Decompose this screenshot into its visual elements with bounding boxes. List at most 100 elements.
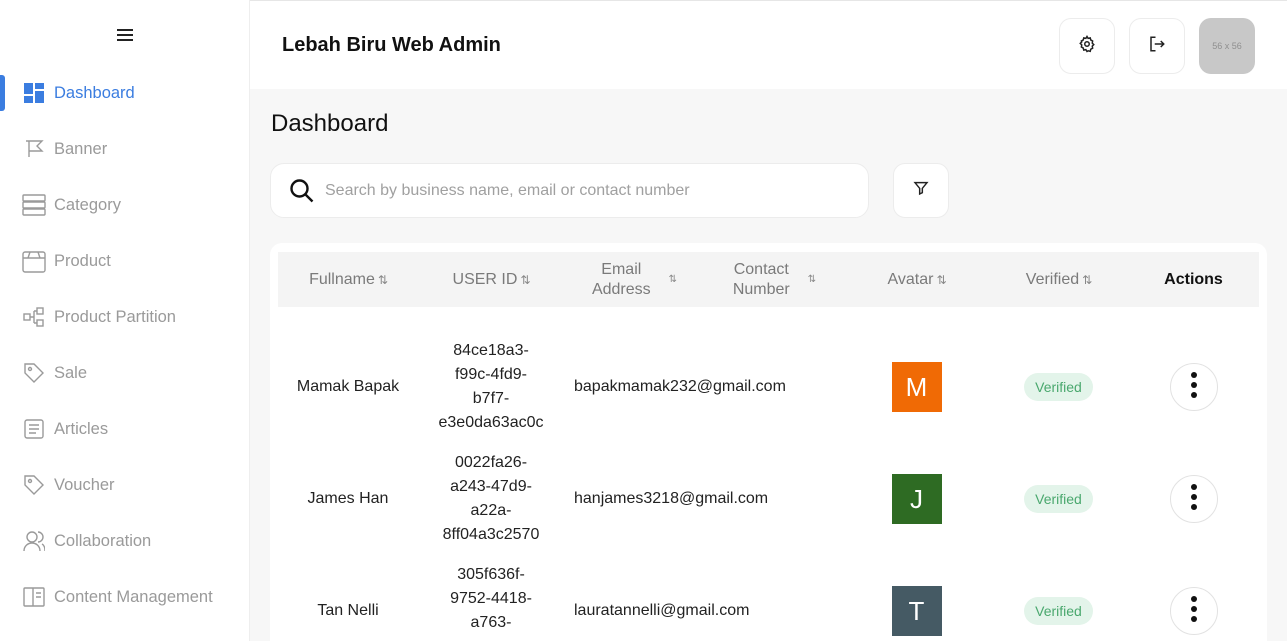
user-id-line: 84ce18a3- bbox=[453, 342, 529, 359]
column-header-email[interactable]: Email Address ⇅ bbox=[564, 260, 704, 300]
logout-icon bbox=[1148, 35, 1166, 58]
sidebar-item-dashboard[interactable]: Dashboard bbox=[0, 65, 250, 121]
sidebar-item-sale[interactable]: Sale bbox=[0, 345, 250, 401]
cell-avatar: M bbox=[844, 362, 989, 412]
category-icon bbox=[22, 193, 46, 217]
cell-actions bbox=[1128, 363, 1259, 411]
cell-fullname: James Han bbox=[307, 490, 389, 507]
table-row[interactable]: James Han 0022fa26- a243-47d9- a22a- 8ff… bbox=[278, 443, 1259, 555]
user-avatar-letter: M bbox=[891, 362, 942, 412]
column-header-user-id[interactable]: USER ID ⇅ bbox=[418, 270, 564, 290]
search-icon bbox=[289, 178, 315, 204]
gear-icon bbox=[1078, 34, 1096, 58]
cell-user-id: 0022fa26- a243-47d9- a22a- 8ff04a3c2570 bbox=[418, 451, 564, 547]
sidebar-item-category[interactable]: Category bbox=[0, 177, 250, 233]
column-header-label: Avatar bbox=[887, 270, 934, 288]
sidebar-item-articles[interactable]: Articles bbox=[0, 401, 250, 457]
sort-icon: ⇅ bbox=[1082, 272, 1092, 287]
column-header-actions: Actions bbox=[1128, 270, 1259, 290]
sidebar-item-label: Category bbox=[54, 195, 121, 214]
dashboard-icon bbox=[22, 81, 46, 105]
users-icon bbox=[22, 529, 46, 553]
user-id-line: b7f7- bbox=[472, 390, 510, 407]
sidebar-item-label: Product Partition bbox=[54, 307, 176, 326]
top-header: Lebah Biru Web Admin 56 x 56 bbox=[250, 0, 1287, 89]
sort-icon: ⇅ bbox=[807, 273, 816, 285]
column-header-label-line: Email bbox=[601, 260, 642, 278]
status-badge: Verified bbox=[1024, 597, 1093, 625]
search-input[interactable] bbox=[325, 181, 845, 200]
sidebar-item-collaboration[interactable]: Collaboration bbox=[0, 513, 250, 569]
sidebar-item-voucher[interactable]: Voucher bbox=[0, 457, 250, 513]
user-id-line: e3e0da63ac0c bbox=[438, 414, 544, 431]
cell-user-id: 84ce18a3- f99c-4fd9- b7f7- e3e0da63ac0c bbox=[418, 339, 564, 435]
cell-email: bapakmamak232@gmail.com bbox=[574, 378, 786, 395]
cell-verified: Verified bbox=[989, 597, 1128, 625]
article-icon bbox=[22, 417, 46, 441]
sidebar-item-banner[interactable]: Banner bbox=[0, 121, 250, 177]
column-header-label: Actions bbox=[1164, 270, 1223, 288]
logout-button[interactable] bbox=[1129, 18, 1185, 74]
user-id-line: f99c-4fd9- bbox=[454, 366, 528, 383]
cell-verified: Verified bbox=[989, 485, 1128, 513]
page-title: Dashboard bbox=[271, 110, 389, 137]
user-id-line: 9752-4418- bbox=[450, 590, 532, 607]
user-id-line: a243-47d9- bbox=[450, 478, 532, 495]
table-header: Fullname ⇅ USER ID ⇅ Email Address ⇅ Conta… bbox=[278, 252, 1259, 307]
sidebar-item-label: Collaboration bbox=[54, 531, 152, 550]
sort-icon: ⇅ bbox=[936, 272, 946, 287]
sort-icon: ⇅ bbox=[668, 273, 677, 285]
filter-button[interactable] bbox=[893, 163, 949, 218]
column-header-avatar[interactable]: Avatar ⇅ bbox=[844, 270, 989, 290]
cell-fullname: Mamak Bapak bbox=[296, 378, 400, 395]
cell-email: hanjames3218@gmail.com bbox=[574, 490, 769, 507]
user-id-line: a763- bbox=[470, 614, 512, 631]
column-header-label: Fullname bbox=[309, 270, 375, 288]
status-badge: Verified bbox=[1024, 485, 1093, 513]
sidebar-item-product-partition[interactable]: Product Partition bbox=[0, 289, 250, 345]
sidebar-nav: Dashboard Banner Category Product Produc… bbox=[0, 65, 250, 625]
row-actions-button[interactable] bbox=[1169, 587, 1218, 635]
column-header-label: Verified bbox=[1025, 270, 1080, 288]
column-header-contact[interactable]: Contact Number ⇅ bbox=[704, 260, 844, 300]
sidebar-item-label: Sale bbox=[54, 363, 88, 382]
filter-icon bbox=[913, 180, 929, 201]
column-header-label: Contact Number bbox=[733, 260, 790, 300]
settings-button[interactable] bbox=[1059, 18, 1115, 74]
user-id-line: 8ff04a3c2570 bbox=[442, 526, 540, 543]
sidebar-item-content-management[interactable]: Content Management bbox=[0, 569, 250, 625]
column-header-label-line: Address bbox=[591, 280, 651, 298]
cell-email: lauratannelli@gmail.com bbox=[574, 602, 750, 619]
user-id-line: a22a- bbox=[470, 502, 512, 519]
table-row[interactable]: Tan Nelli 305f636f- 9752-4418- a763- lau… bbox=[278, 555, 1259, 641]
cell-actions bbox=[1128, 475, 1259, 523]
sort-icon: ⇅ bbox=[520, 272, 530, 287]
cell-fullname: Tan Nelli bbox=[317, 602, 379, 619]
cell-actions bbox=[1128, 587, 1259, 635]
cell-verified: Verified bbox=[989, 373, 1128, 401]
row-actions-button[interactable] bbox=[1169, 363, 1218, 411]
status-badge: Verified bbox=[1024, 373, 1093, 401]
user-avatar[interactable]: 56 x 56 bbox=[1199, 18, 1255, 74]
sidebar-item-product[interactable]: Product bbox=[0, 233, 250, 289]
table-row[interactable]: Mamak Bapak 84ce18a3- f99c-4fd9- b7f7- e… bbox=[278, 331, 1259, 443]
column-header-label-line: Contact bbox=[733, 260, 789, 278]
column-header-fullname[interactable]: Fullname ⇅ bbox=[278, 270, 418, 290]
tag-icon bbox=[22, 361, 46, 385]
avatar-placeholder-text: 56 x 56 bbox=[1212, 41, 1242, 51]
partition-icon bbox=[22, 305, 46, 329]
column-header-label: USER ID bbox=[452, 270, 518, 288]
sidebar-item-label: Content Management bbox=[54, 587, 213, 606]
cell-avatar: T bbox=[844, 586, 989, 636]
app-title: Lebah Biru Web Admin bbox=[282, 34, 501, 56]
more-vertical-icon bbox=[1190, 371, 1197, 403]
cell-avatar: J bbox=[844, 474, 989, 524]
row-actions-button[interactable] bbox=[1169, 475, 1218, 523]
tag-icon bbox=[22, 473, 46, 497]
column-header-label: Email Address bbox=[592, 260, 651, 300]
sidebar-item-label: Dashboard bbox=[54, 83, 135, 102]
more-vertical-icon bbox=[1190, 483, 1197, 515]
column-header-verified[interactable]: Verified ⇅ bbox=[989, 270, 1128, 290]
box-icon bbox=[22, 249, 46, 273]
hamburger-menu-icon[interactable] bbox=[114, 26, 136, 44]
